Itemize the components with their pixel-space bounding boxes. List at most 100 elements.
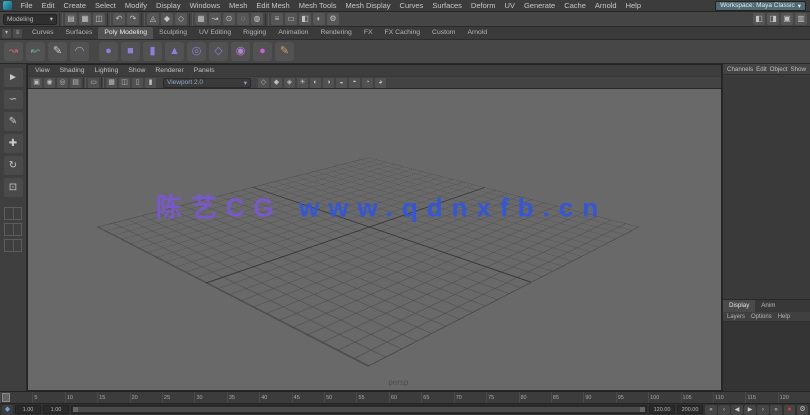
range-start-field[interactable]: 1.00	[43, 405, 69, 414]
shaded-icon[interactable]: ◆	[271, 77, 282, 88]
make-live-icon[interactable]: ◍	[251, 13, 263, 25]
menu-item[interactable]: Windows	[185, 0, 224, 12]
layer-editor-tab[interactable]: Anim	[755, 300, 781, 312]
current-time-marker[interactable]	[2, 393, 10, 402]
menu-item[interactable]: Deform	[466, 0, 500, 12]
channel-box-menu-item[interactable]: Channels	[727, 66, 753, 73]
animation-preferences-button[interactable]: ⚙	[797, 404, 808, 415]
shelf-tab[interactable]: Arnold	[461, 27, 493, 39]
cv-curve-icon[interactable]: ↜	[26, 42, 45, 61]
shelf-tab-menu-icon[interactable]: ▾	[2, 28, 11, 38]
shadows-icon[interactable]: ◐	[310, 77, 321, 88]
rotate-tool-icon[interactable]: ↻	[3, 156, 23, 175]
shelf-tab[interactable]: Rendering	[314, 27, 357, 39]
snap-point-icon[interactable]: ⊙	[223, 13, 235, 25]
poly-disc-icon[interactable]: ◉	[231, 42, 250, 61]
separator[interactable]	[141, 12, 145, 26]
render-frame-icon[interactable]: ◧	[299, 13, 311, 25]
workspace-dropdown[interactable]: Workspace: Maya Classic ▾	[715, 0, 806, 11]
sculpt-sphere-icon[interactable]: ●	[253, 42, 272, 61]
layout-four-pane-button[interactable]	[4, 223, 22, 236]
menu-item[interactable]: Select	[91, 0, 121, 12]
snap-curve-icon[interactable]: ↝	[209, 13, 221, 25]
menu-item[interactable]: Generate	[519, 0, 559, 12]
save-scene-icon[interactable]: ◫	[93, 13, 105, 25]
panel-menu-item[interactable]: Shading	[55, 67, 90, 74]
scale-tool-icon[interactable]: ⊡	[3, 178, 23, 197]
layer-list[interactable]	[723, 322, 810, 391]
menu-item[interactable]: Edit	[37, 0, 59, 12]
layer-editor-menu-item[interactable]: Options	[751, 314, 772, 320]
layout-single-button[interactable]	[4, 207, 22, 220]
ipr-render-icon[interactable]: ◐	[313, 13, 325, 25]
anti-alias-icon[interactable]: ◓	[349, 77, 360, 88]
separator[interactable]	[189, 12, 193, 26]
layout-persp-outliner-button[interactable]	[4, 239, 22, 252]
channel-box-menu-item[interactable]: Show	[790, 66, 805, 73]
film-gate-icon[interactable]: ◫	[119, 77, 130, 88]
channel-box-menu-item[interactable]: Object	[770, 66, 788, 73]
shelf-tab[interactable]: FX	[358, 27, 379, 39]
shelf-tab[interactable]: Surfaces	[60, 27, 99, 39]
range-end-field[interactable]: 200.00	[677, 405, 703, 414]
snap-plane-icon[interactable]: ◌	[237, 13, 249, 25]
step-back-frame-button[interactable]: ◀	[731, 404, 743, 415]
sculpt-brush-icon[interactable]: ✎	[275, 42, 294, 61]
poly-torus-icon[interactable]: ◎	[187, 42, 206, 61]
shelf-tab[interactable]: Animation	[272, 27, 314, 39]
auto-keyframe-button[interactable]: ●	[784, 404, 795, 415]
play-forward-button[interactable]: ▶	[744, 404, 756, 415]
panel-menu-item[interactable]: Lighting	[90, 67, 124, 74]
grid-toggle-icon[interactable]: ▦	[106, 77, 117, 88]
menu-item[interactable]: Modify	[120, 0, 151, 12]
gate-mask-icon[interactable]: ▮	[145, 77, 156, 88]
arc-tool-icon[interactable]: ◠	[70, 42, 89, 61]
move-tool-icon[interactable]: ✚	[3, 134, 23, 153]
renderer-dropdown[interactable]: Viewport 2.0 ▾	[163, 77, 251, 88]
poly-cone-icon[interactable]: ▲	[165, 42, 184, 61]
select-tool-icon[interactable]: ►	[3, 68, 23, 87]
anim-key-icon[interactable]: ◆	[2, 404, 13, 415]
menu-item[interactable]: Help	[621, 0, 645, 12]
panel-menu-item[interactable]: Renderer	[150, 67, 188, 74]
menu-item[interactable]: Mesh Tools	[294, 0, 341, 12]
layer-editor-menu-item[interactable]: Layers	[727, 314, 745, 320]
wireframe-icon[interactable]: ◇	[258, 77, 269, 88]
layer-editor-menu-item[interactable]: Help	[778, 314, 790, 320]
range-slider-handle[interactable]	[73, 407, 645, 412]
shelf-edit-menu-icon[interactable]: ≡	[13, 28, 22, 38]
menu-item[interactable]: Surfaces	[428, 0, 467, 12]
range-start-field[interactable]: 1.00	[15, 405, 41, 414]
attribute-editor-icon[interactable]: ◨	[767, 13, 779, 25]
select-component-icon[interactable]: ◇	[175, 13, 187, 25]
shelf-tab[interactable]: FX Caching	[379, 27, 427, 39]
menu-item[interactable]: Arnold	[590, 0, 621, 12]
motion-blur-icon[interactable]: ◒	[336, 77, 347, 88]
menu-item[interactable]: Display	[152, 0, 186, 12]
screen-ao-icon[interactable]: ◑	[323, 77, 334, 88]
pencil-curve-icon[interactable]: ✎	[48, 42, 67, 61]
shelf-tab[interactable]: Poly Modeling	[98, 27, 154, 39]
open-scene-icon[interactable]: ▦	[79, 13, 91, 25]
menu-item[interactable]: File	[16, 0, 37, 12]
separator[interactable]	[265, 12, 269, 26]
time-slider[interactable]: 1510152025303540455055606570758085909510…	[0, 391, 810, 403]
construction-history-icon[interactable]: ≡	[271, 13, 283, 25]
snap-grid-icon[interactable]: ▦	[195, 13, 207, 25]
shelf-tab[interactable]: UV Editing	[193, 27, 237, 39]
go-to-start-button[interactable]: «	[705, 404, 717, 415]
resolution-gate-icon[interactable]: ▯	[132, 77, 143, 88]
separator[interactable]	[101, 77, 104, 88]
separator[interactable]	[83, 77, 86, 88]
poly-sphere-icon[interactable]: ●	[99, 42, 118, 61]
menu-set-dropdown[interactable]: Modeling ▾	[3, 13, 57, 25]
range-slider-track[interactable]	[71, 405, 647, 414]
poly-plane-icon[interactable]: ◇	[209, 42, 228, 61]
open-render-view-icon[interactable]: ▭	[285, 13, 297, 25]
separator[interactable]	[107, 12, 111, 26]
shelf-separator[interactable]	[92, 42, 96, 61]
redo-icon[interactable]: ↷	[127, 13, 139, 25]
menu-item[interactable]: Curves	[395, 0, 428, 12]
menu-item[interactable]: Mesh	[225, 0, 252, 12]
menu-item[interactable]: Edit Mesh	[252, 0, 294, 12]
